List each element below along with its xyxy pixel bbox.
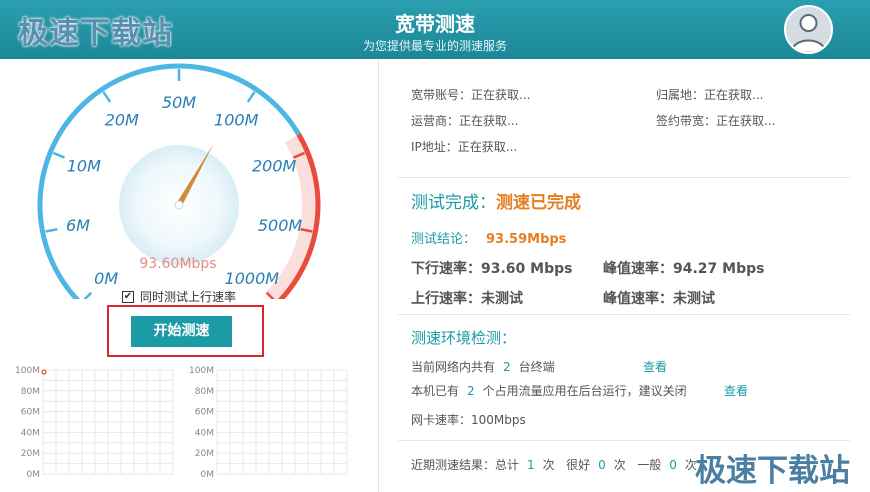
view-devices-link[interactable]: 查看 — [643, 358, 667, 375]
gauge-tick — [45, 227, 58, 233]
good-unit: 次 — [613, 458, 626, 472]
recent-total: 1 — [527, 458, 535, 472]
upload-history-chart: 100M 80M 60M 40M 20M 0M — [189, 366, 348, 478]
gauge-tick — [102, 91, 112, 103]
gauge-label: 200M — [252, 157, 297, 176]
speed-readout: 93.60Mbps — [139, 256, 217, 272]
y-tick-label: 20M — [195, 449, 214, 459]
download-rate: 下行速率：93.60 Mbps — [411, 261, 573, 277]
gauge-label: 100M — [214, 110, 259, 129]
status-label: 测试完成： — [411, 193, 496, 213]
gauge-label: 0M — [94, 269, 118, 288]
upload-test-checkbox[interactable]: ✔ — [122, 290, 134, 303]
divider — [398, 314, 850, 315]
y-tick-label: 20M — [21, 449, 40, 459]
good-label: 很好 — [566, 458, 591, 472]
upload-rate: 上行速率：未测试 — [411, 291, 523, 307]
apps-suffix: 个占用流量应用在后台运行，建议关闭 — [482, 384, 687, 398]
history-point — [41, 369, 47, 375]
upload-test-label: 同时测试上行速率 — [140, 290, 237, 304]
background-apps-row: 本机已有 2 个占用流量应用在后台运行，建议关闭 — [411, 382, 687, 399]
recent-results-row: 近期测速结果：总计 1 次 很好 0 次 一般 0 次 — [411, 456, 697, 473]
gauge-label: 50M — [162, 93, 196, 112]
environment-title: 测速环境检测： — [411, 329, 517, 347]
apps-prefix: 本机已有 — [411, 384, 460, 398]
y-tick-label: 100M — [15, 366, 40, 376]
view-apps-link[interactable]: 查看 — [724, 382, 748, 399]
app-header: 极速下载站 宽带测速 为您提供最专业的测速服务 — [0, 0, 870, 59]
y-tick-label: 0M — [201, 470, 215, 478]
divider — [398, 177, 850, 178]
y-tick-label: 60M — [195, 408, 214, 418]
test-conclusion: 测试结论： 93.59Mbps — [411, 228, 566, 247]
gauge-tick — [246, 91, 256, 103]
app-subtitle: 为您提供最专业的测速服务 — [362, 39, 507, 53]
bandwidth-info: 签约带宽：正在获取... — [656, 114, 776, 128]
result-panel: 宽带账号：正在获取... 归属地：正在获取... 运营商：正在获取... 签约带… — [380, 59, 870, 492]
user-icon — [791, 14, 826, 52]
panel-divider — [378, 59, 379, 492]
devices-prefix: 当前网络内共有 — [411, 360, 496, 374]
network-devices-row: 当前网络内共有 2 台终端 — [411, 358, 555, 375]
isp-info: 运营商：正在获取... — [411, 114, 519, 128]
recent-unit: 次 — [542, 458, 555, 472]
app-title: 宽带测速 — [395, 12, 475, 36]
speed-gauge-panel: 0M 6M 10M 20M 50M 100M 200M 500M 1000M 93.60Mbps… — [0, 59, 370, 492]
devices-suffix: 台终端 — [518, 360, 555, 374]
gauge-tick — [83, 291, 93, 299]
y-tick-label: 80M — [21, 387, 40, 397]
conclusion-label: 测试结论： — [411, 232, 477, 247]
y-tick-label: 40M — [21, 428, 40, 438]
start-button-highlight: 开始测速 — [107, 305, 264, 357]
watermark: 极速下载站 — [695, 453, 850, 489]
y-tick-label: 0M — [27, 470, 41, 478]
ip-info: IP地址：正在获取... — [411, 140, 518, 154]
good-count: 0 — [598, 458, 606, 472]
y-tick-label: 100M — [189, 366, 214, 376]
upload-test-option[interactable]: ✔ 同时测试上行速率 — [122, 288, 236, 305]
y-tick-label: 40M — [195, 428, 214, 438]
normal-label: 一般 — [637, 458, 662, 472]
status-value: 测速已完成 — [496, 193, 581, 213]
devices-count: 2 — [503, 360, 511, 374]
normal-count: 0 — [669, 458, 677, 472]
gauge-label: 10M — [67, 157, 101, 176]
y-tick-label: 80M — [195, 387, 214, 397]
divider — [398, 440, 850, 441]
download-peak-rate: 峰值速率：94.27 Mbps — [603, 261, 765, 277]
gauge-label: 6M — [66, 216, 90, 235]
nic-speed: 网卡速率：100Mbps — [411, 413, 526, 427]
location-info: 归属地：正在获取... — [656, 88, 764, 102]
y-tick-label: 60M — [21, 408, 40, 418]
user-avatar[interactable] — [784, 5, 833, 54]
gauge-tick — [52, 151, 65, 159]
test-status: 测试完成：测速已完成 — [411, 188, 581, 213]
upload-peak-rate: 峰值速率：未测试 — [603, 291, 715, 307]
account-info: 宽带账号：正在获取... — [411, 88, 531, 102]
recent-prefix: 近期测速结果：总计 — [411, 458, 520, 472]
download-history-chart: 100M 80M 60M 40M 20M 0M — [15, 366, 174, 478]
gauge-hub — [174, 200, 184, 210]
start-test-button[interactable]: 开始测速 — [131, 316, 232, 347]
gauge-label: 500M — [258, 216, 303, 235]
apps-count: 2 — [467, 384, 475, 398]
gauge-label: 20M — [105, 110, 139, 129]
conclusion-value: 93.59Mbps — [486, 232, 567, 247]
